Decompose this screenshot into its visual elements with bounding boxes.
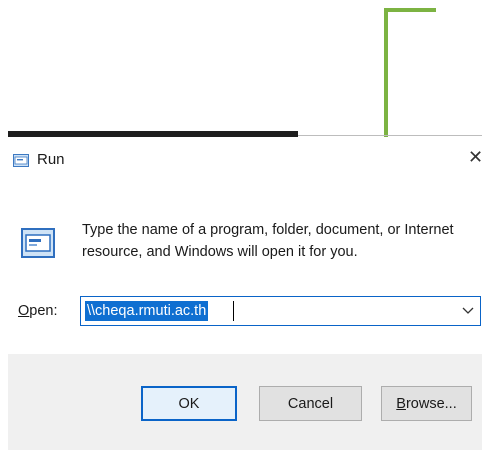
cancel-button-label: Cancel	[287, 395, 334, 412]
open-label-text: pen:	[29, 303, 58, 319]
browse-button[interactable]: Browse...	[381, 386, 472, 421]
ok-button-label: OK	[178, 395, 200, 412]
run-icon	[13, 154, 29, 167]
ok-button[interactable]: OK	[141, 386, 237, 421]
open-input-value[interactable]: \\cheqa.rmuti.ac.th	[85, 301, 209, 321]
window-title: Run	[37, 151, 65, 168]
close-icon[interactable]: ✕	[468, 148, 482, 166]
text-caret	[233, 301, 234, 321]
open-combobox[interactable]: \\cheqa.rmuti.ac.th	[80, 296, 481, 326]
open-label: Open:	[18, 303, 58, 319]
cancel-button[interactable]: Cancel	[259, 386, 362, 421]
title-bar[interactable]	[8, 137, 482, 183]
open-label-accelerator: O	[18, 303, 30, 319]
browse-accelerator: B	[396, 395, 406, 412]
run-icon	[21, 228, 55, 258]
browse-button-label: rowse...	[405, 395, 457, 412]
window-top-border-right	[298, 135, 482, 136]
chevron-down-icon[interactable]	[462, 305, 474, 315]
dialog-description: Type the name of a program, folder, docu…	[82, 222, 454, 260]
